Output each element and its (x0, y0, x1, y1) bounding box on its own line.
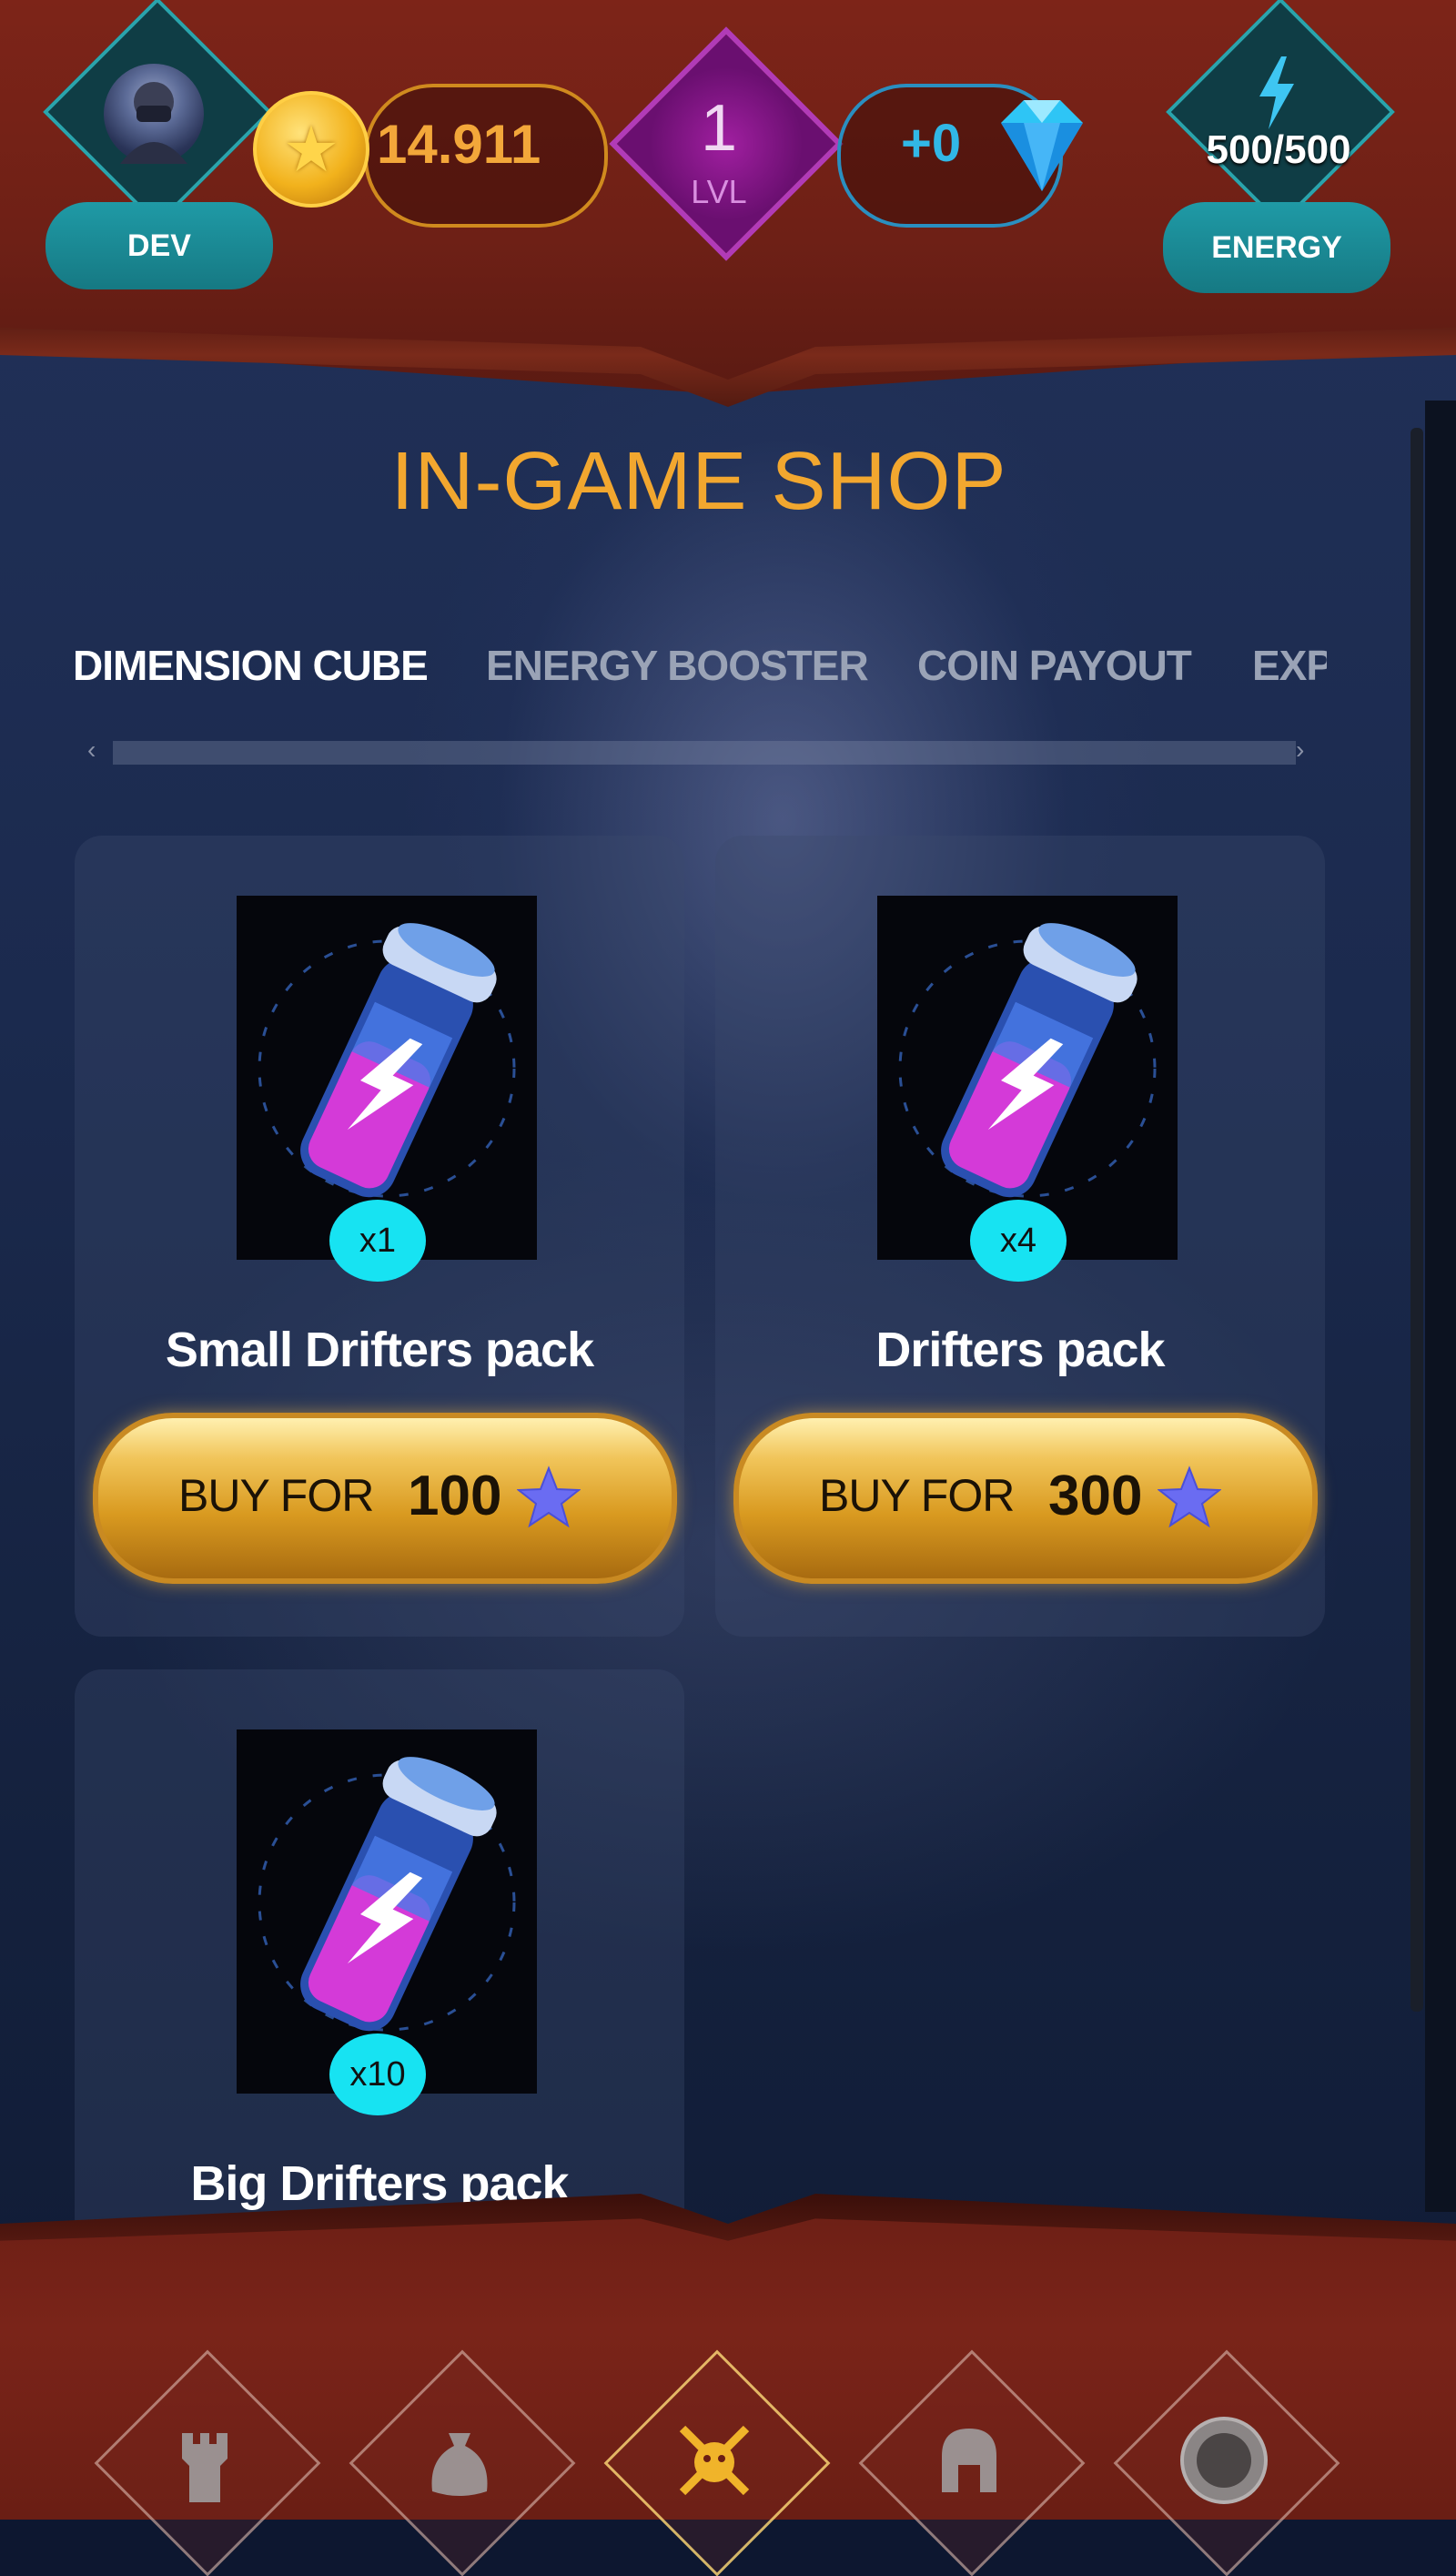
product-name: Small Drifters pack (165, 1323, 594, 1377)
buy-price: 300 (1048, 1465, 1143, 1527)
product-name: Drifters pack (875, 1323, 1165, 1377)
tab-exp[interactable]: EXP (1252, 641, 1327, 690)
buy-label: BUY FOR (819, 1470, 1015, 1521)
coin-star-icon: ★ (282, 114, 340, 185)
lightning-icon (1259, 56, 1294, 129)
buy-label: BUY FOR (178, 1470, 374, 1521)
buy-button[interactable]: BUY FOR 100 (93, 1413, 677, 1584)
scroll-left-arrow[interactable]: ‹ (87, 735, 96, 765)
bag-icon (431, 2433, 488, 2496)
buy-button[interactable]: BUY FOR 300 (733, 1413, 1318, 1584)
level-label: LVL (691, 173, 747, 210)
gem-amount: +0 (901, 114, 962, 173)
quantity-badge: x10 (329, 2033, 426, 2115)
star-currency-icon (517, 1465, 581, 1528)
quantity-badge: x4 (970, 1200, 1067, 1282)
battle-icon (679, 2425, 750, 2496)
castle-icon (182, 2433, 228, 2502)
tab-dimension-cube[interactable]: DIMENSION CUBE (73, 641, 429, 690)
diamond-icon (1001, 100, 1083, 191)
player-name-button[interactable]: DEV (46, 202, 273, 289)
tab-energy-booster[interactable]: ENERGY BOOSTER (486, 641, 869, 690)
quantity-badge: x1 (329, 1200, 426, 1282)
coin-amount: 14.911 (377, 114, 541, 175)
helmet-icon (942, 2429, 996, 2492)
emblem-icon (1180, 2417, 1268, 2504)
avatar[interactable] (104, 64, 204, 164)
star-currency-icon (1158, 1465, 1221, 1528)
tab-coin-payout[interactable]: COIN PAYOUT (917, 641, 1192, 690)
level-number: 1 (700, 92, 738, 165)
energy-button[interactable]: ENERGY (1163, 202, 1390, 293)
page-title: IN-GAME SHOP (390, 436, 1007, 527)
buy-price: 100 (408, 1465, 502, 1527)
vertical-scrollbar[interactable] (1410, 428, 1423, 2012)
tab-scrollbar[interactable] (113, 741, 1296, 765)
scroll-gutter (1425, 401, 1456, 2212)
energy-amount: 500/500 (1206, 127, 1351, 172)
scroll-right-arrow[interactable]: › (1296, 735, 1304, 765)
